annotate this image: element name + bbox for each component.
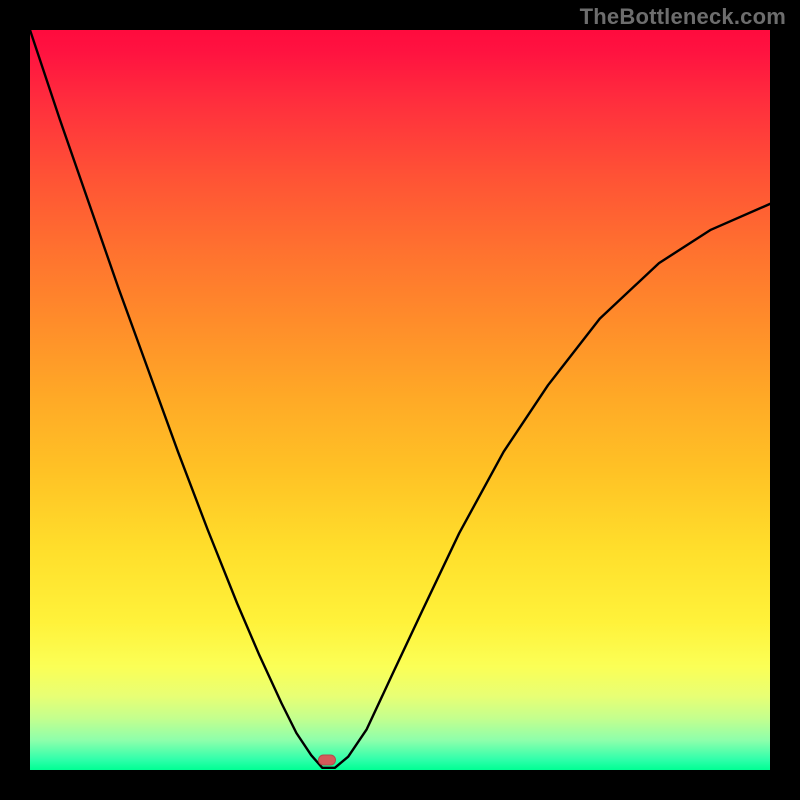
chart-frame: TheBottleneck.com: [0, 0, 800, 800]
plot-area: [30, 30, 770, 770]
curve-svg: [30, 30, 770, 770]
highlight-marker: [318, 754, 336, 765]
bottleneck-curve: [30, 30, 770, 768]
watermark-text: TheBottleneck.com: [580, 4, 786, 30]
